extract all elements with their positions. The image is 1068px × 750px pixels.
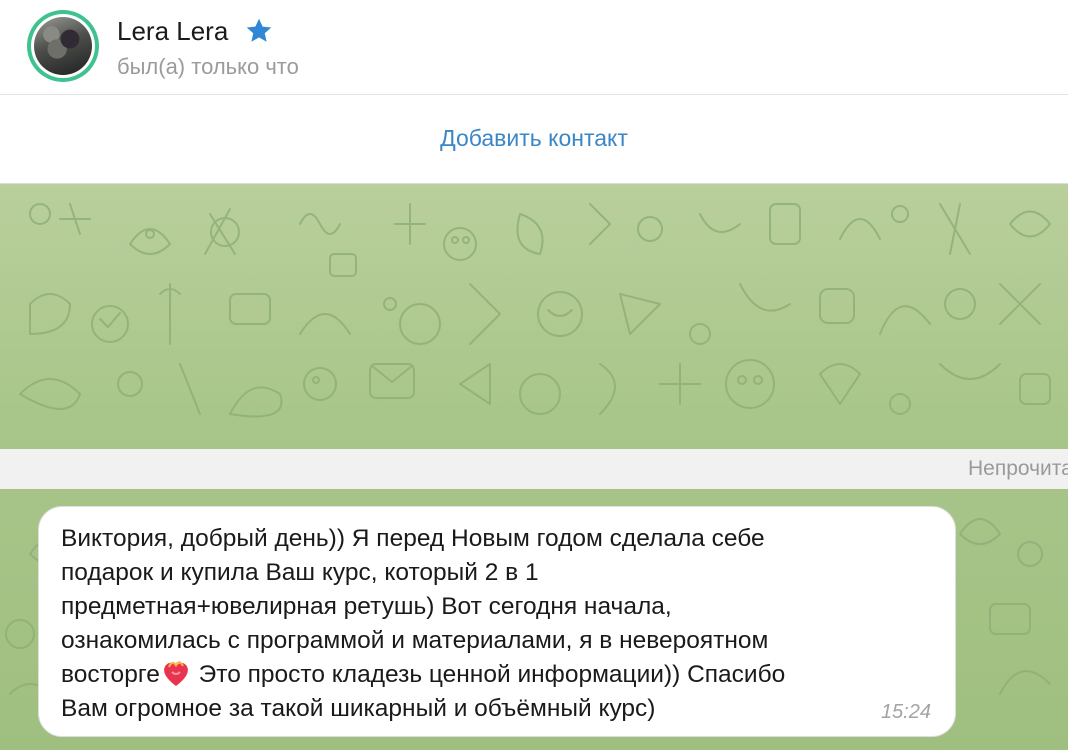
- add-contact-button[interactable]: Добавить контакт: [0, 125, 1068, 152]
- message-bubble[interactable]: Виктория, добрый день)) Я перед Новым го…: [38, 506, 956, 737]
- message-text: Виктория, добрый день)) Я перед Новым го…: [61, 522, 941, 726]
- avatar[interactable]: [27, 10, 99, 82]
- add-contact-bar: Добавить контакт: [0, 95, 1068, 184]
- contact-name[interactable]: Lera Lera: [117, 16, 228, 47]
- chat-header: Lera Lera был(а) только что: [0, 0, 1068, 95]
- avatar-ring: [31, 14, 95, 78]
- star-icon: [246, 18, 272, 42]
- last-seen-status: был(а) только что: [117, 54, 299, 79]
- avatar-photo: [34, 17, 92, 75]
- unread-messages-divider: Непрочитанные сообщения: [0, 449, 1068, 489]
- heart-on-fire-icon: [163, 661, 188, 686]
- message-time: 15:24: [880, 701, 931, 723]
- unread-divider-label: Непрочитанные сообщения: [968, 457, 1068, 480]
